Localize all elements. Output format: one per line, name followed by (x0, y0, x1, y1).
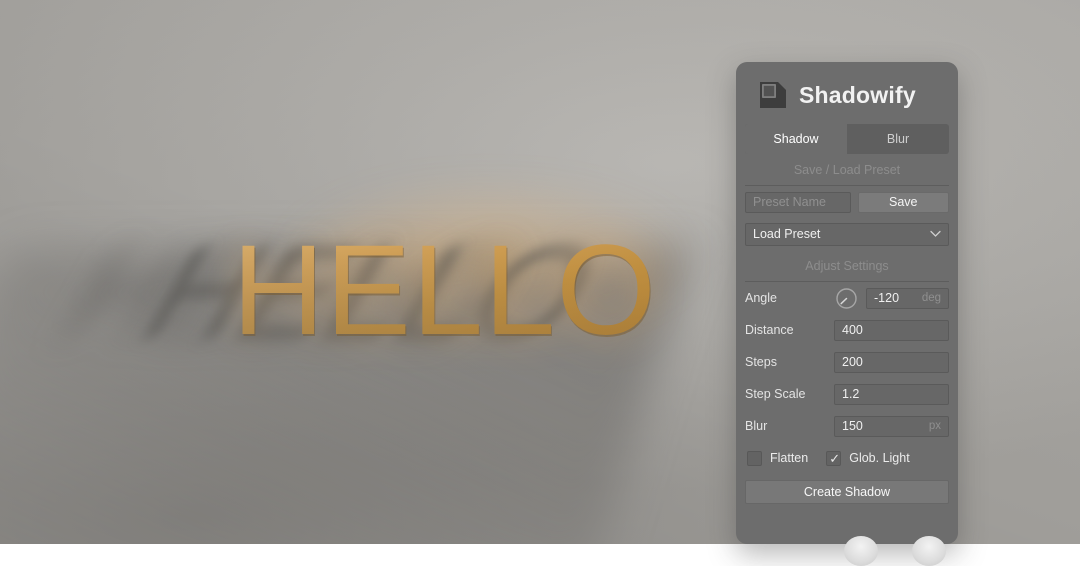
value-distance: 400 (842, 323, 863, 337)
preset-section-rows: Preset Name Save Load Preset (736, 186, 958, 250)
tab-blur[interactable]: Blur (847, 124, 949, 154)
label-flatten: Flatten (770, 451, 808, 465)
panel-header: Shadowify (736, 62, 958, 124)
field-row-blur: Blur 150 px (745, 410, 949, 442)
label-step-scale: Step Scale (745, 387, 827, 401)
panel-title: Shadowify (799, 82, 916, 109)
field-row-step-scale: Step Scale 1.2 (745, 378, 949, 410)
angle-dial-icon[interactable] (834, 286, 859, 311)
section-heading-adjust-settings: Adjust Settings (745, 250, 949, 282)
hello-text: HELLO (232, 228, 657, 354)
field-row-steps: Steps 200 (745, 346, 949, 378)
peek-circle-left[interactable] (844, 536, 878, 566)
panel-tabs: Shadow Blur (745, 124, 949, 154)
peek-circle-right[interactable] (912, 536, 946, 566)
checkbox-row: Flatten Glob. Light (745, 442, 949, 474)
value-blur: 150 (842, 419, 863, 433)
shadowify-logo-icon (758, 80, 788, 110)
unit-angle: deg (922, 292, 941, 304)
load-preset-value: Load Preset (753, 227, 820, 241)
label-glob-light: Glob. Light (849, 451, 909, 465)
checkbox-flatten[interactable] (747, 451, 762, 466)
load-preset-row: Load Preset (745, 218, 949, 250)
input-distance[interactable]: 400 (834, 320, 949, 341)
input-angle[interactable]: -120 deg (866, 288, 949, 309)
label-distance: Distance (745, 323, 827, 337)
checkbox-glob-light[interactable] (826, 451, 841, 466)
tab-shadow[interactable]: Shadow (745, 124, 847, 154)
input-blur[interactable]: 150 px (834, 416, 949, 437)
value-angle: -120 (874, 291, 899, 305)
preset-name-row: Preset Name Save (745, 186, 949, 218)
shadowify-panel: Shadowify Shadow Blur Save / Load Preset… (736, 62, 958, 544)
chevron-down-icon (930, 230, 941, 238)
unit-blur: px (929, 420, 941, 432)
label-blur: Blur (745, 419, 827, 433)
peeking-widgets (736, 536, 958, 544)
field-row-distance: Distance 400 (745, 314, 949, 346)
label-angle: Angle (745, 291, 827, 305)
hello-artwork: HELLO HELLO HELLO (232, 228, 652, 358)
input-steps[interactable]: 200 (834, 352, 949, 373)
create-shadow-button[interactable]: Create Shadow (745, 480, 949, 504)
load-preset-select[interactable]: Load Preset (745, 223, 949, 246)
value-steps: 200 (842, 355, 863, 369)
save-preset-button[interactable]: Save (858, 192, 950, 213)
field-row-angle: Angle -120 deg (745, 282, 949, 314)
adjust-section-rows: Angle -120 deg Distance 400 Steps 200 (736, 282, 958, 474)
value-step-scale: 1.2 (842, 387, 859, 401)
label-steps: Steps (745, 355, 827, 369)
preset-name-input[interactable]: Preset Name (745, 192, 851, 213)
section-heading-save-load-preset: Save / Load Preset (745, 154, 949, 186)
input-step-scale[interactable]: 1.2 (834, 384, 949, 405)
